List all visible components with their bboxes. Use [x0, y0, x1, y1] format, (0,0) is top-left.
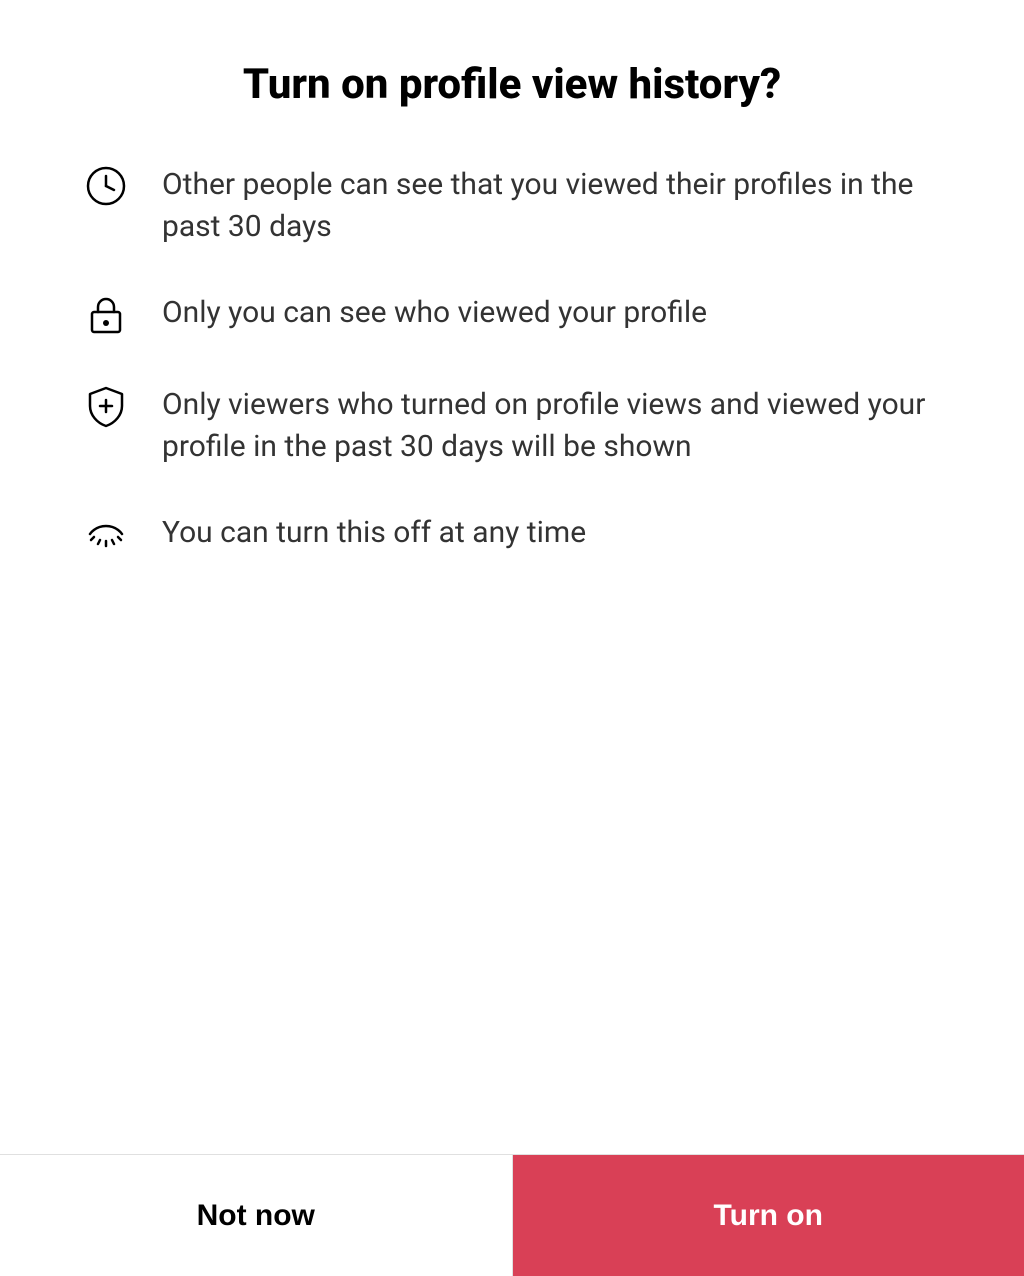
clock-icon	[80, 160, 132, 212]
feature-item-shield: Only viewers who turned on profile views…	[80, 380, 944, 468]
feature-text-shield: Only viewers who turned on profile views…	[162, 380, 944, 468]
page-title: Turn on profile view history?	[80, 60, 944, 110]
page-container: Turn on profile view history? Other peop…	[0, 0, 1024, 1154]
turn-on-button[interactable]: Turn on	[513, 1155, 1024, 1276]
feature-item-eye-off: You can turn this off at any time	[80, 508, 944, 560]
eye-off-icon	[80, 508, 132, 560]
feature-item-clock: Other people can see that you viewed the…	[80, 160, 944, 248]
bottom-buttons: Not now Turn on	[0, 1154, 1024, 1276]
feature-item-lock: Only you can see who viewed your profile	[80, 288, 944, 340]
feature-text-eye-off: You can turn this off at any time	[162, 508, 586, 554]
lock-icon	[80, 288, 132, 340]
feature-text-clock: Other people can see that you viewed the…	[162, 160, 944, 248]
feature-text-lock: Only you can see who viewed your profile	[162, 288, 707, 334]
not-now-button[interactable]: Not now	[0, 1155, 513, 1276]
shield-plus-icon	[80, 380, 132, 432]
features-list: Other people can see that you viewed the…	[80, 160, 944, 1154]
